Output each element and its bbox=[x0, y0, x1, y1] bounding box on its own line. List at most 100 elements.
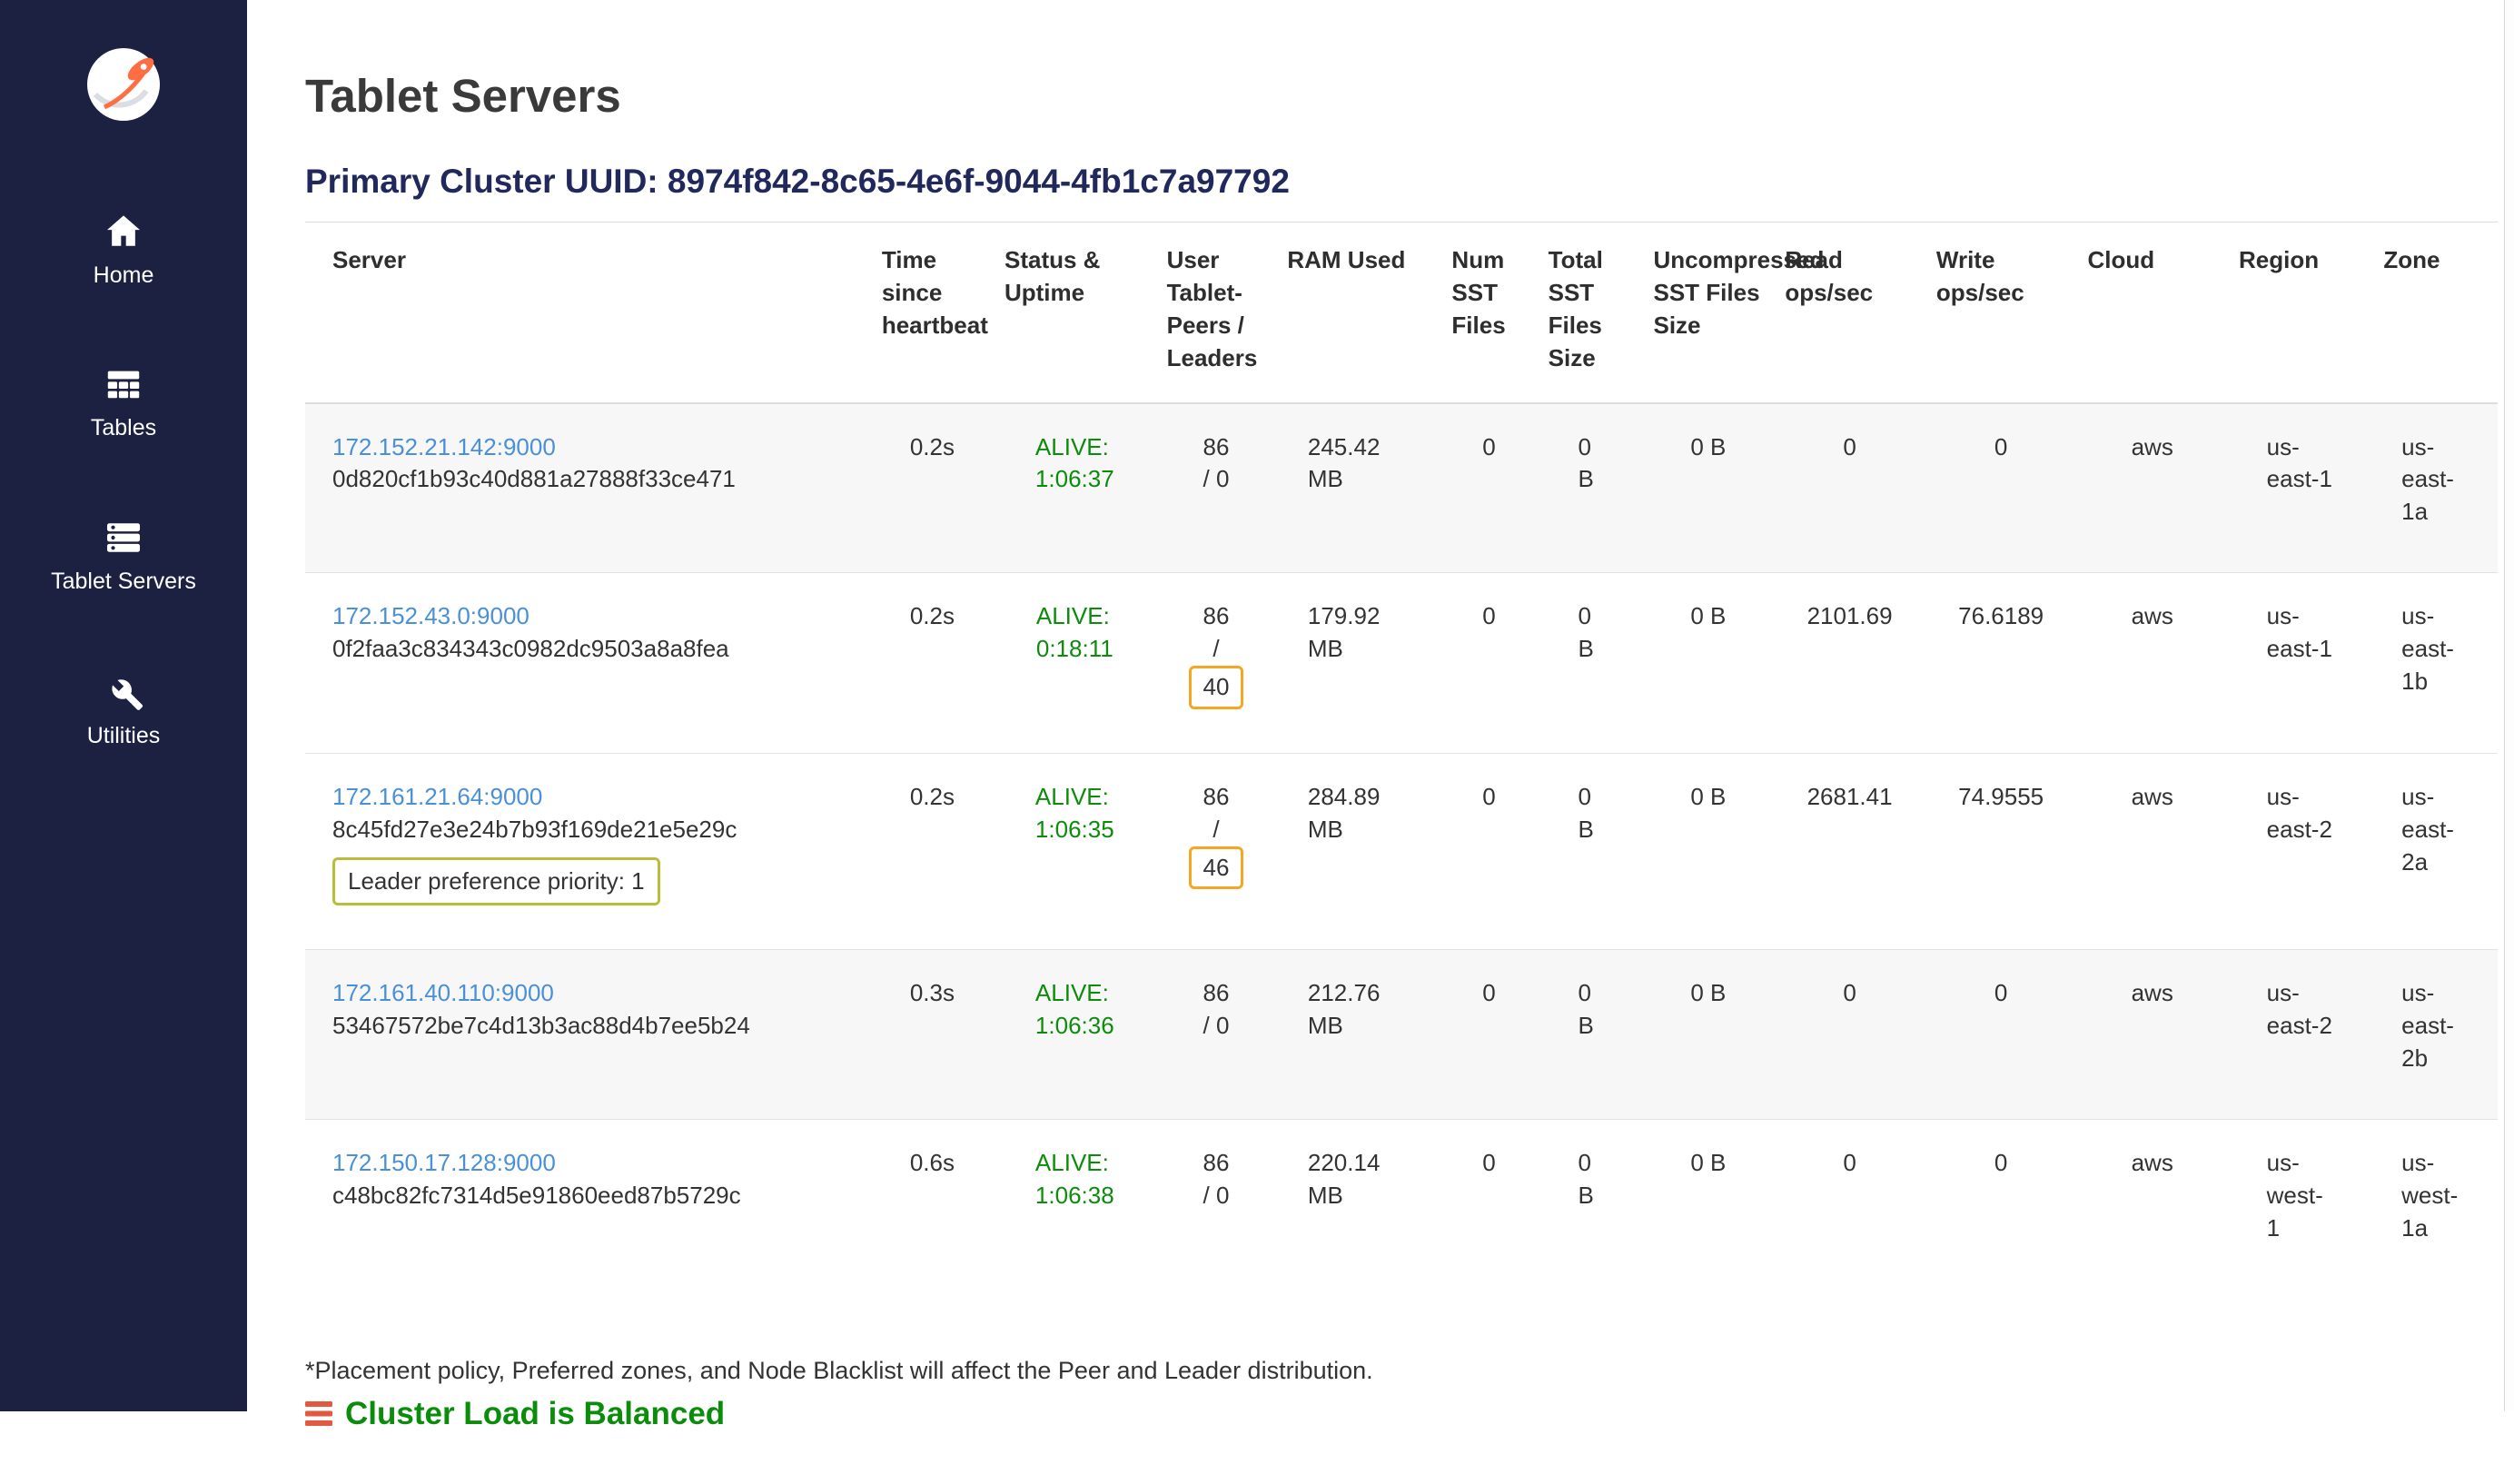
ram-cell: 245.42 MB bbox=[1276, 403, 1440, 573]
server-link[interactable]: 172.161.21.64:9000 bbox=[332, 783, 542, 810]
leader-preference-badge: Leader preference priority: 1 bbox=[332, 857, 660, 906]
logo[interactable] bbox=[81, 42, 166, 127]
server-link[interactable]: 172.152.21.142:9000 bbox=[332, 433, 556, 460]
table-row: 172.152.21.142:9000 0d820cf1b93c40d881a2… bbox=[305, 403, 2498, 573]
table-row: 172.150.17.128:9000 c48bc82fc7314d5e9186… bbox=[305, 1120, 2498, 1289]
uptime-value: 1:06:35 bbox=[1035, 814, 1114, 846]
region-cell: us-east-1 bbox=[2228, 403, 2372, 573]
write-ops-cell: 76.6189 bbox=[1925, 573, 2077, 754]
cloud-cell: aws bbox=[2076, 573, 2228, 754]
table-row: 172.161.40.110:9000 53467572be7c4d13b3ac… bbox=[305, 950, 2498, 1120]
uncompressed-sst-cell: 0 B bbox=[1642, 403, 1774, 573]
peers-leaders-cell: 86 / 46 bbox=[1156, 753, 1277, 950]
peers-value: 86 bbox=[1203, 1149, 1230, 1176]
peers-leaders-cell: 86 / 40 bbox=[1156, 573, 1277, 754]
rocket-planet-icon bbox=[81, 42, 166, 127]
region-cell: us-east-1 bbox=[2228, 573, 2372, 754]
ram-cell: 212.76 MB bbox=[1276, 950, 1440, 1120]
cloud-cell: aws bbox=[2076, 753, 2228, 950]
column-header-zone: Zone bbox=[2372, 223, 2498, 403]
peers-value: 86 bbox=[1203, 433, 1230, 460]
server-link[interactable]: 172.150.17.128:9000 bbox=[332, 1149, 556, 1176]
zone-cell: us-east-2a bbox=[2372, 753, 2498, 950]
server-uuid: 53467572be7c4d13b3ac88d4b7ee5b24 bbox=[332, 1010, 860, 1043]
uncompressed-sst-value: 0 B bbox=[1690, 433, 1726, 460]
total-sst-value: 0 B bbox=[1579, 781, 1602, 846]
server-link[interactable]: 172.152.43.0:9000 bbox=[332, 602, 530, 629]
column-header-status: Status & Uptime bbox=[994, 223, 1156, 403]
status-cell: ALIVE: 0:18:11 bbox=[994, 573, 1156, 754]
peers-leaders-cell: 86 / 0 bbox=[1156, 1120, 1277, 1289]
num-sst-value: 0 bbox=[1482, 783, 1495, 810]
status-cell: ALIVE: 1:06:36 bbox=[994, 950, 1156, 1120]
uptime-value: 1:06:37 bbox=[1035, 463, 1114, 496]
region-cell: us-east-2 bbox=[2228, 753, 2372, 950]
server-uuid: 0f2faa3c834343c0982dc9503a8a8fea bbox=[332, 633, 860, 666]
read-ops-cell: 0 bbox=[1774, 403, 1925, 573]
read-ops-value: 0 bbox=[1843, 433, 1856, 460]
tables-icon bbox=[104, 365, 144, 405]
cluster-uuid-value: 8974f842-8c65-4e6f-9044-4fb1c7a97792 bbox=[668, 163, 1290, 200]
sidebar-item-label: Home bbox=[94, 263, 154, 289]
num-sst-cell: 0 bbox=[1440, 573, 1537, 754]
ram-value: 179.92 MB bbox=[1308, 600, 1410, 666]
table-header-row: Server Time since heartbeat Status & Upt… bbox=[305, 223, 2498, 403]
sidebar: Home Tables bbox=[0, 0, 247, 1411]
sidebar-item-tablet-servers[interactable]: Tablet Servers bbox=[51, 517, 196, 595]
server-cell: 172.150.17.128:9000 c48bc82fc7314d5e9186… bbox=[305, 1120, 871, 1289]
sidebar-item-tables[interactable]: Tables bbox=[91, 365, 156, 441]
cluster-load-label: Cluster Load is Balanced bbox=[345, 1396, 725, 1432]
write-ops-value: 0 bbox=[1994, 1149, 2007, 1176]
scrollbar-track[interactable] bbox=[2504, 0, 2514, 1411]
column-header-region: Region bbox=[2228, 223, 2372, 403]
server-link[interactable]: 172.161.40.110:9000 bbox=[332, 979, 554, 1006]
total-sst-value: 0 B bbox=[1579, 431, 1602, 497]
read-ops-value: 0 bbox=[1843, 979, 1856, 1006]
ram-value: 220.14 MB bbox=[1308, 1147, 1410, 1212]
zone-value: us-east-2b bbox=[2401, 977, 2469, 1075]
ram-cell: 220.14 MB bbox=[1276, 1120, 1440, 1289]
ram-value: 212.76 MB bbox=[1308, 977, 1410, 1043]
column-header-peers-leaders: User Tablet-Peers / Leaders bbox=[1156, 223, 1277, 403]
sidebar-item-home[interactable]: Home bbox=[94, 211, 154, 289]
ram-cell: 284.89 MB bbox=[1276, 753, 1440, 950]
status-value: ALIVE: bbox=[1035, 781, 1114, 814]
server-uuid: 0d820cf1b93c40d881a27888f33ce471 bbox=[332, 463, 860, 496]
heartbeat-cell: 0.2s bbox=[871, 753, 994, 950]
column-header-heartbeat: Time since heartbeat bbox=[871, 223, 994, 403]
column-header-cloud: Cloud bbox=[2076, 223, 2228, 403]
num-sst-cell: 0 bbox=[1440, 403, 1537, 573]
heartbeat-cell: 0.2s bbox=[871, 403, 994, 573]
num-sst-value: 0 bbox=[1482, 979, 1495, 1006]
region-value: us-west-1 bbox=[2267, 1147, 2334, 1245]
utilities-wrench-icon bbox=[103, 671, 144, 713]
tablet-servers-icon bbox=[103, 517, 144, 559]
num-sst-value: 0 bbox=[1482, 602, 1495, 629]
zone-cell: us-east-1a bbox=[2372, 403, 2498, 573]
placement-footnote: *Placement policy, Preferred zones, and … bbox=[305, 1357, 2498, 1385]
sidebar-item-label: Tablet Servers bbox=[51, 569, 196, 595]
main-content: Tablet Servers Primary Cluster UUID: 897… bbox=[247, 73, 2514, 1432]
region-cell: us-west-1 bbox=[2228, 1120, 2372, 1289]
ram-value: 284.89 MB bbox=[1308, 781, 1410, 846]
status-cell: ALIVE: 1:06:37 bbox=[994, 403, 1156, 573]
server-uuid: c48bc82fc7314d5e91860eed87b5729c bbox=[332, 1180, 860, 1212]
uncompressed-sst-cell: 0 B bbox=[1642, 950, 1774, 1120]
column-header-uncompressed-sst: Uncompressed SST Files Size bbox=[1642, 223, 1774, 403]
region-cell: us-east-2 bbox=[2228, 950, 2372, 1120]
total-sst-cell: 0 B bbox=[1538, 753, 1643, 950]
heartbeat-value: 0.2s bbox=[910, 602, 955, 629]
sidebar-item-utilities[interactable]: Utilities bbox=[87, 671, 161, 749]
page-title: Tablet Servers bbox=[305, 73, 2498, 119]
num-sst-cell: 0 bbox=[1440, 1120, 1537, 1289]
uptime-value: 1:06:38 bbox=[1035, 1180, 1114, 1212]
leaders-value: 0 bbox=[1216, 1182, 1229, 1209]
write-ops-value: 74.9555 bbox=[1958, 783, 2044, 810]
balance-icon bbox=[305, 1401, 332, 1426]
read-ops-cell: 2101.69 bbox=[1774, 573, 1925, 754]
uncompressed-sst-value: 0 B bbox=[1690, 979, 1726, 1006]
read-ops-value: 0 bbox=[1843, 1149, 1856, 1176]
cluster-uuid-label: Primary Cluster UUID: bbox=[305, 163, 658, 200]
write-ops-value: 0 bbox=[1994, 979, 2007, 1006]
zone-value: us-west-1a bbox=[2401, 1147, 2469, 1245]
